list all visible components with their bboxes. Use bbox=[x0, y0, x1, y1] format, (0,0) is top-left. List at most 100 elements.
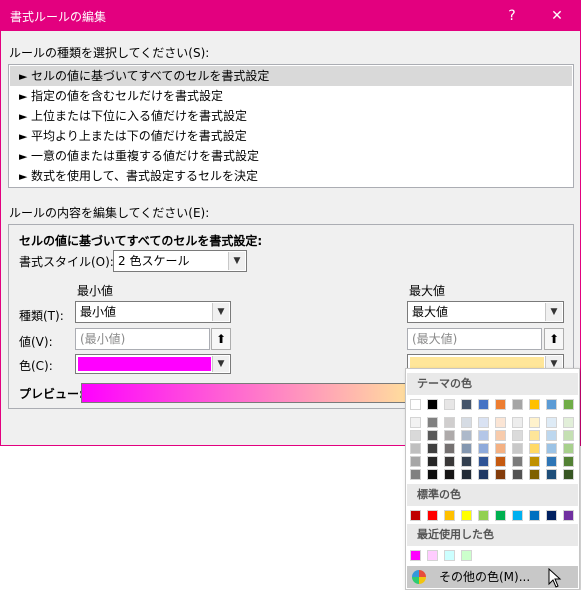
theme-shade-swatch[interactable] bbox=[461, 456, 472, 467]
standard-color-swatch[interactable] bbox=[427, 510, 438, 521]
chevron-down-icon[interactable]: ▼ bbox=[212, 356, 229, 372]
recent-color-swatch[interactable] bbox=[427, 550, 438, 561]
theme-shade-swatch[interactable] bbox=[410, 430, 421, 441]
theme-shade-swatch[interactable] bbox=[529, 469, 540, 480]
theme-shade-swatch[interactable] bbox=[529, 443, 540, 454]
theme-shade-swatch[interactable] bbox=[461, 430, 472, 441]
theme-shade-swatch[interactable] bbox=[461, 443, 472, 454]
theme-color-swatch[interactable] bbox=[444, 399, 455, 410]
max-type-select[interactable]: 最大値 ▼ bbox=[407, 301, 564, 323]
theme-shade-swatch[interactable] bbox=[427, 430, 438, 441]
theme-shade-swatch[interactable] bbox=[563, 456, 574, 467]
format-style-select[interactable]: 2 色スケール ▼ bbox=[113, 250, 247, 272]
theme-shade-swatch[interactable] bbox=[512, 417, 523, 428]
theme-shade-swatch[interactable] bbox=[461, 469, 472, 480]
chevron-down-icon[interactable]: ▼ bbox=[228, 252, 245, 270]
rule-type-item[interactable]: ► セルの値に基づいてすべてのセルを書式設定 bbox=[10, 66, 572, 86]
theme-shade-swatch[interactable] bbox=[427, 456, 438, 467]
max-range-picker-button[interactable]: ⬆ bbox=[544, 328, 564, 350]
theme-shade-swatch[interactable] bbox=[478, 456, 489, 467]
theme-shade-swatch[interactable] bbox=[546, 469, 557, 480]
standard-color-swatch[interactable] bbox=[546, 510, 557, 521]
theme-shade-swatch[interactable] bbox=[444, 430, 455, 441]
theme-shade-swatch[interactable] bbox=[546, 430, 557, 441]
rule-type-item[interactable]: ► 数式を使用して、書式設定するセルを決定 bbox=[10, 166, 572, 186]
help-button[interactable]: ? bbox=[492, 1, 532, 31]
theme-shade-swatch[interactable] bbox=[478, 417, 489, 428]
recent-color-swatch[interactable] bbox=[461, 550, 472, 561]
theme-shade-swatch[interactable] bbox=[563, 430, 574, 441]
theme-color-swatch[interactable] bbox=[529, 399, 540, 410]
theme-shade-swatch[interactable] bbox=[427, 443, 438, 454]
rule-type-list[interactable]: ► セルの値に基づいてすべてのセルを書式設定 ► 指定の値を含むセルだけを書式設定 ► 上… bbox=[8, 64, 574, 188]
rule-type-item[interactable]: ► 指定の値を含むセルだけを書式設定 bbox=[10, 86, 572, 106]
theme-shade-swatch[interactable] bbox=[410, 417, 421, 428]
theme-shade-swatch[interactable] bbox=[546, 443, 557, 454]
theme-shade-swatch[interactable] bbox=[529, 456, 540, 467]
theme-shade-swatch[interactable] bbox=[461, 417, 472, 428]
color-palette-dropdown: テーマの色 標準の色 最近使用した色 その他の色(M)... bbox=[405, 368, 580, 590]
mouse-pointer-icon bbox=[548, 568, 562, 588]
close-button[interactable]: ✕ bbox=[537, 1, 577, 31]
min-color-select[interactable]: ▼ bbox=[75, 354, 231, 374]
theme-shade-swatch[interactable] bbox=[427, 417, 438, 428]
theme-shade-swatch[interactable] bbox=[512, 469, 523, 480]
theme-shade-swatch[interactable] bbox=[512, 456, 523, 467]
theme-shade-swatch[interactable] bbox=[444, 417, 455, 428]
theme-shade-swatch[interactable] bbox=[410, 456, 421, 467]
theme-shade-swatch[interactable] bbox=[410, 469, 421, 480]
theme-shade-swatch[interactable] bbox=[529, 430, 540, 441]
theme-shade-swatch[interactable] bbox=[512, 430, 523, 441]
theme-shade-swatch[interactable] bbox=[444, 469, 455, 480]
theme-shade-swatch[interactable] bbox=[546, 456, 557, 467]
theme-shade-swatch[interactable] bbox=[495, 417, 506, 428]
theme-shade-swatch[interactable] bbox=[495, 456, 506, 467]
standard-color-swatch[interactable] bbox=[461, 510, 472, 521]
theme-shade-swatch[interactable] bbox=[410, 443, 421, 454]
theme-color-swatch[interactable] bbox=[478, 399, 489, 410]
theme-shade-swatch[interactable] bbox=[563, 443, 574, 454]
theme-shade-swatch[interactable] bbox=[495, 430, 506, 441]
theme-shade-swatch[interactable] bbox=[478, 430, 489, 441]
max-type-value: 最大値 bbox=[412, 305, 449, 319]
theme-color-swatch[interactable] bbox=[410, 399, 421, 410]
theme-shade-swatch[interactable] bbox=[444, 443, 455, 454]
standard-color-swatch[interactable] bbox=[444, 510, 455, 521]
standard-color-swatch[interactable] bbox=[495, 510, 506, 521]
theme-color-swatch[interactable] bbox=[461, 399, 472, 410]
rule-type-item[interactable]: ► 一意の値または重複する値だけを書式設定 bbox=[10, 146, 572, 166]
min-value-input[interactable]: (最小値) bbox=[75, 328, 210, 350]
standard-color-swatch[interactable] bbox=[410, 510, 421, 521]
chevron-down-icon[interactable]: ▼ bbox=[212, 303, 229, 321]
min-range-picker-button[interactable]: ⬆ bbox=[211, 328, 231, 350]
rule-type-item[interactable]: ► 平均より上または下の値だけを書式設定 bbox=[10, 126, 572, 146]
theme-shade-swatch[interactable] bbox=[529, 417, 540, 428]
theme-color-swatch[interactable] bbox=[563, 399, 574, 410]
max-value-placeholder: (最大値) bbox=[412, 332, 458, 346]
standard-color-swatch[interactable] bbox=[512, 510, 523, 521]
chevron-down-icon[interactable]: ▼ bbox=[545, 303, 562, 321]
theme-shade-swatch[interactable] bbox=[563, 417, 574, 428]
recent-color-swatch[interactable] bbox=[410, 550, 421, 561]
min-type-select[interactable]: 最小値 ▼ bbox=[75, 301, 231, 323]
theme-color-swatch[interactable] bbox=[512, 399, 523, 410]
theme-shade-swatch[interactable] bbox=[512, 443, 523, 454]
theme-color-swatch[interactable] bbox=[546, 399, 557, 410]
max-value-input[interactable]: (最大値) bbox=[407, 328, 542, 350]
theme-shade-swatch[interactable] bbox=[478, 469, 489, 480]
standard-color-swatch[interactable] bbox=[529, 510, 540, 521]
theme-color-swatch[interactable] bbox=[495, 399, 506, 410]
theme-shade-swatch[interactable] bbox=[495, 443, 506, 454]
theme-shade-swatch[interactable] bbox=[546, 417, 557, 428]
theme-shade-swatch[interactable] bbox=[495, 469, 506, 480]
theme-shade-swatch[interactable] bbox=[427, 469, 438, 480]
value-label: 値(V): bbox=[19, 335, 53, 349]
standard-color-swatch[interactable] bbox=[563, 510, 574, 521]
recent-color-swatch[interactable] bbox=[444, 550, 455, 561]
standard-color-swatch[interactable] bbox=[478, 510, 489, 521]
rule-type-item[interactable]: ► 上位または下位に入る値だけを書式設定 bbox=[10, 106, 572, 126]
theme-shade-swatch[interactable] bbox=[478, 443, 489, 454]
theme-shade-swatch[interactable] bbox=[444, 456, 455, 467]
theme-color-swatch[interactable] bbox=[427, 399, 438, 410]
theme-shade-swatch[interactable] bbox=[563, 469, 574, 480]
